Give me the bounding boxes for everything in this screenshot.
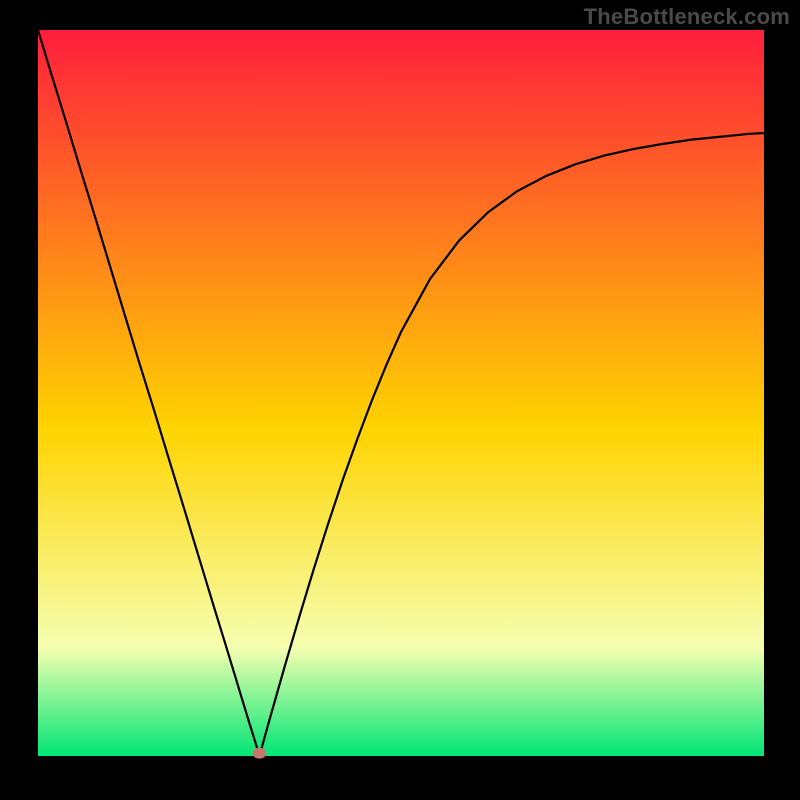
plot-gradient-background bbox=[38, 30, 764, 756]
watermark-text: TheBottleneck.com bbox=[584, 4, 790, 30]
chart-frame: { "watermark": "TheBottleneck.com", "col… bbox=[0, 0, 800, 800]
minimum-marker bbox=[252, 748, 266, 759]
bottleneck-chart bbox=[0, 0, 800, 800]
